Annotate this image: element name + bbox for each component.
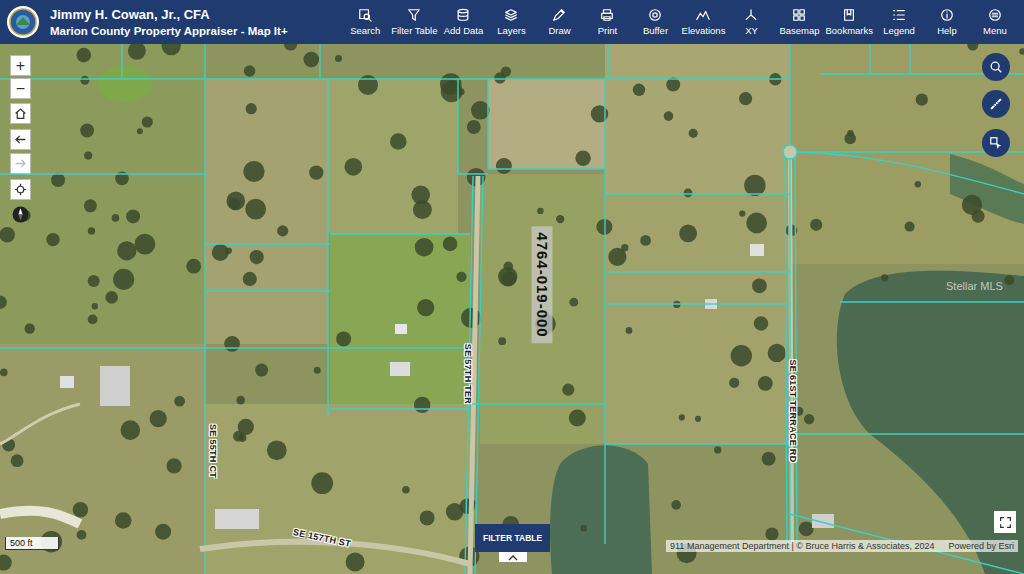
powered-by[interactable]: Powered by Esri <box>948 540 1014 552</box>
toolbar-label: Add Data <box>444 25 484 36</box>
filter-table-toggle[interactable] <box>499 552 527 562</box>
toolbar-label: Layers <box>497 25 526 36</box>
back-arrow-icon <box>14 133 27 146</box>
toolbar-label: Menu <box>983 25 1007 36</box>
back-button[interactable] <box>10 129 31 150</box>
zoom-search-icon <box>989 60 1003 74</box>
toolbar-button[interactable]: Layers <box>488 6 534 38</box>
forward-button[interactable] <box>10 153 31 174</box>
toolbar-label: Legend <box>883 25 915 36</box>
search-icon <box>358 8 372 22</box>
road-label: SE 61ST TERRACE RD <box>788 360 798 463</box>
fullscreen-icon <box>999 516 1012 529</box>
toolbar-label: Elevations <box>682 25 726 36</box>
select-button[interactable] <box>982 129 1010 157</box>
xy-axes-icon <box>744 8 758 22</box>
brand-text: Jimmy H. Cowan, Jr., CFA Marion County Pr… <box>50 7 288 38</box>
toolbar-button[interactable]: Basemap <box>776 6 822 38</box>
toolbar-button[interactable]: Draw <box>536 6 582 38</box>
road-label: SE 55TH CT <box>208 424 218 478</box>
compass-button[interactable] <box>10 204 31 225</box>
draw-icon <box>552 8 566 22</box>
attribution-text: 911 Management Department | © Bruce Harr… <box>670 540 934 552</box>
app-subtitle: Marion County Property Appraiser - Map I… <box>50 24 288 38</box>
menu-icon <box>988 8 1002 22</box>
scale-bar: 500 ft <box>5 537 59 550</box>
toolbar-button[interactable]: Help <box>924 6 970 38</box>
toolbar-label: Print <box>598 25 618 36</box>
toolbar: Search Filter Table Add Data Layers Draw Prin… <box>342 6 1018 38</box>
parcel-label: 4764-019-000 <box>532 226 553 343</box>
app-title: Jimmy H. Cowan, Jr., CFA <box>50 7 288 22</box>
toolbar-button[interactable]: Elevations <box>680 6 726 38</box>
app-header: Jimmy H. Cowan, Jr., CFA Marion County Pr… <box>0 0 1024 44</box>
brand: Jimmy H. Cowan, Jr., CFA Marion County Pr… <box>6 5 288 39</box>
toolbar-label: XY <box>745 25 758 36</box>
toolbar-label: Filter Table <box>391 25 437 36</box>
elevation-icon <box>696 8 710 22</box>
info-icon <box>940 8 954 22</box>
toolbar-button[interactable]: Buffer <box>632 6 678 38</box>
database-icon <box>456 8 470 22</box>
toolbar-button[interactable]: Menu <box>972 6 1018 38</box>
forward-arrow-icon <box>14 157 27 170</box>
locate-button[interactable] <box>10 179 31 200</box>
home-button[interactable] <box>10 103 31 124</box>
filter-table-button[interactable]: FILTER TABLE <box>475 524 550 552</box>
zoom-out-button[interactable]: − <box>10 78 31 99</box>
toolbar-button[interactable]: Print <box>584 6 630 38</box>
toolbar-label: Basemap <box>779 25 819 36</box>
toolbar-button[interactable]: Legend <box>876 6 922 38</box>
toolbar-button[interactable]: Search <box>342 6 388 38</box>
map-controls: +− <box>10 51 31 225</box>
watermark: Stellar MLS <box>946 280 1003 292</box>
attribution: 911 Management Department | © Bruce Harr… <box>666 540 1018 552</box>
home-icon <box>14 107 27 120</box>
basemap-grid-icon <box>792 8 806 22</box>
aerial-map <box>0 44 1024 574</box>
seal-logo-icon <box>6 5 40 39</box>
locate-crosshair-icon <box>14 183 27 196</box>
layers-icon <box>504 8 518 22</box>
toolbar-button[interactable]: Bookmarks <box>824 6 874 38</box>
legend-list-icon <box>892 8 906 22</box>
compass-icon <box>12 206 29 223</box>
select-cursor-icon <box>989 136 1003 150</box>
toolbar-button[interactable]: XY <box>728 6 774 38</box>
fullscreen-button[interactable] <box>994 511 1016 533</box>
road-label: SE 57TH TER <box>463 344 473 404</box>
zoom-in-button[interactable]: + <box>10 55 31 76</box>
filter-icon <box>407 8 421 22</box>
toolbar-label: Draw <box>548 25 570 36</box>
buffer-icon <box>648 8 662 22</box>
bookmark-icon <box>842 8 856 22</box>
toolbar-button[interactable]: Filter Table <box>390 6 438 38</box>
map-search-button[interactable] <box>982 53 1010 81</box>
map-view[interactable]: SE 57TH TER SE 61ST TERRACE RD SE 55TH CT S… <box>0 44 1024 574</box>
toolbar-label: Bookmarks <box>825 25 873 36</box>
toolbar-label: Search <box>350 25 380 36</box>
toolbar-label: Help <box>937 25 957 36</box>
measure-ruler-icon <box>989 97 1003 111</box>
measure-button[interactable] <box>982 90 1010 118</box>
filter-table-panel: FILTER TABLE <box>475 524 550 562</box>
toolbar-label: Buffer <box>643 25 668 36</box>
toolbar-button[interactable]: Add Data <box>440 6 486 38</box>
printer-icon <box>600 8 614 22</box>
chevron-up-icon <box>508 554 518 561</box>
